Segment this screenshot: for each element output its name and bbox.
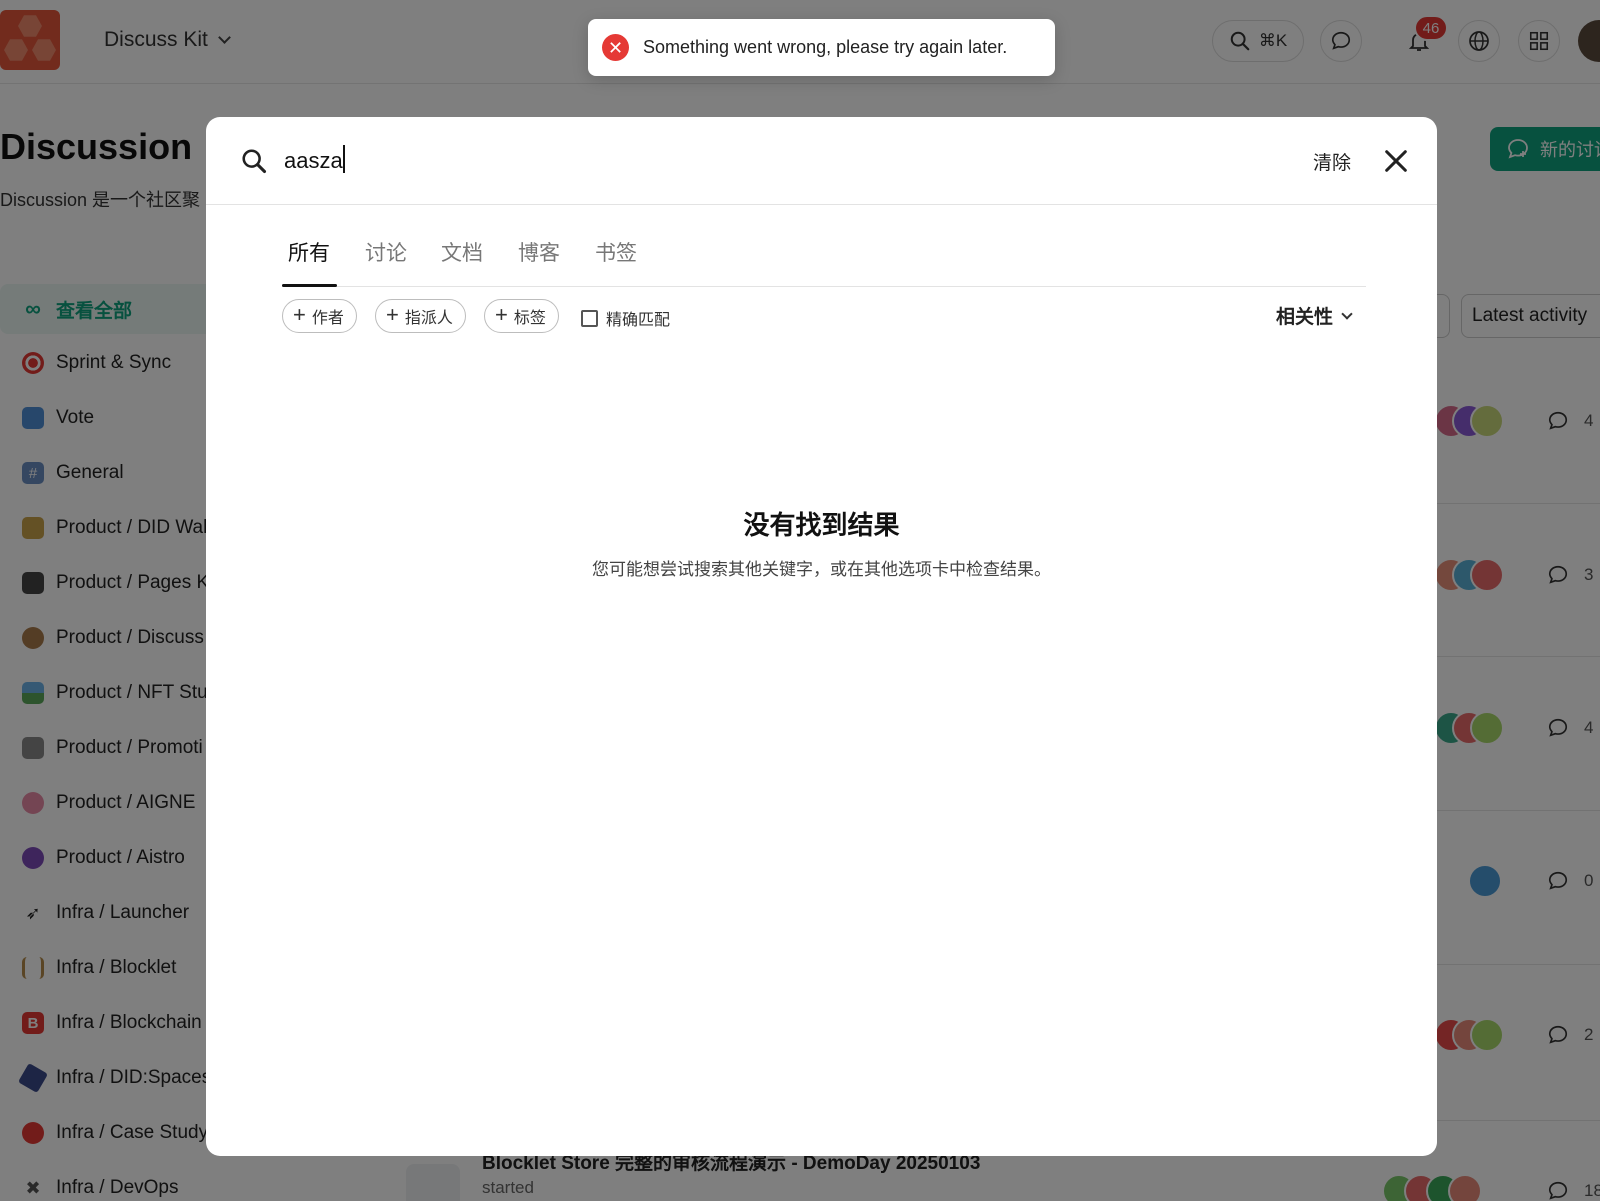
error-toast: ✕ Something went wrong, please try again… <box>588 19 1055 76</box>
tag-filter-button[interactable]: + 标签 <box>484 299 559 333</box>
plus-icon: + <box>495 302 508 327</box>
empty-state-subtitle: 您可能想尝试搜索其他关键字，或在其他选项卡中检查结果。 <box>592 560 1051 579</box>
assignee-filter-button[interactable]: + 指派人 <box>375 299 466 333</box>
filter-label: 标签 <box>513 310 546 327</box>
search-dialog: 清除 所有 讨论 文档 博客 书签 +作者 +指派人 +标签 精确匹配 相关性 … <box>206 117 1437 1156</box>
tab-docs[interactable]: 文档 <box>441 237 483 267</box>
sort-dropdown[interactable]: 相关性 <box>1276 302 1353 329</box>
author-filter-button[interactable]: + 作者 <box>282 299 357 333</box>
clear-button[interactable]: 清除 <box>1313 148 1351 175</box>
plus-icon: + <box>386 302 399 327</box>
tab-all[interactable]: 所有 <box>288 237 330 267</box>
sort-dropdown-label: 相关性 <box>1276 307 1334 328</box>
tabs-divider <box>282 286 1366 287</box>
search-input[interactable] <box>284 141 1184 181</box>
filter-label: 指派人 <box>404 310 453 327</box>
tab-bookmarks[interactable]: 书签 <box>595 237 637 267</box>
active-tab-indicator <box>282 284 337 287</box>
tab-discussions[interactable]: 讨论 <box>365 237 407 267</box>
text-cursor <box>343 145 345 173</box>
toast-message: Something went wrong, please try again l… <box>643 37 1008 57</box>
plus-icon: + <box>293 302 306 327</box>
error-x-icon: ✕ <box>602 34 629 61</box>
tab-blogs[interactable]: 博客 <box>518 237 560 267</box>
search-header: 清除 <box>206 117 1437 205</box>
exact-match-toggle[interactable]: 精确匹配 <box>581 306 670 330</box>
exact-match-checkbox[interactable] <box>581 309 598 327</box>
exact-match-label: 精确匹配 <box>606 312 671 329</box>
empty-state-title: 没有找到结果 <box>743 510 900 540</box>
filter-label: 作者 <box>311 310 344 327</box>
close-icon[interactable] <box>1380 145 1412 177</box>
search-icon <box>242 149 267 174</box>
chevron-down-icon <box>1341 307 1353 320</box>
